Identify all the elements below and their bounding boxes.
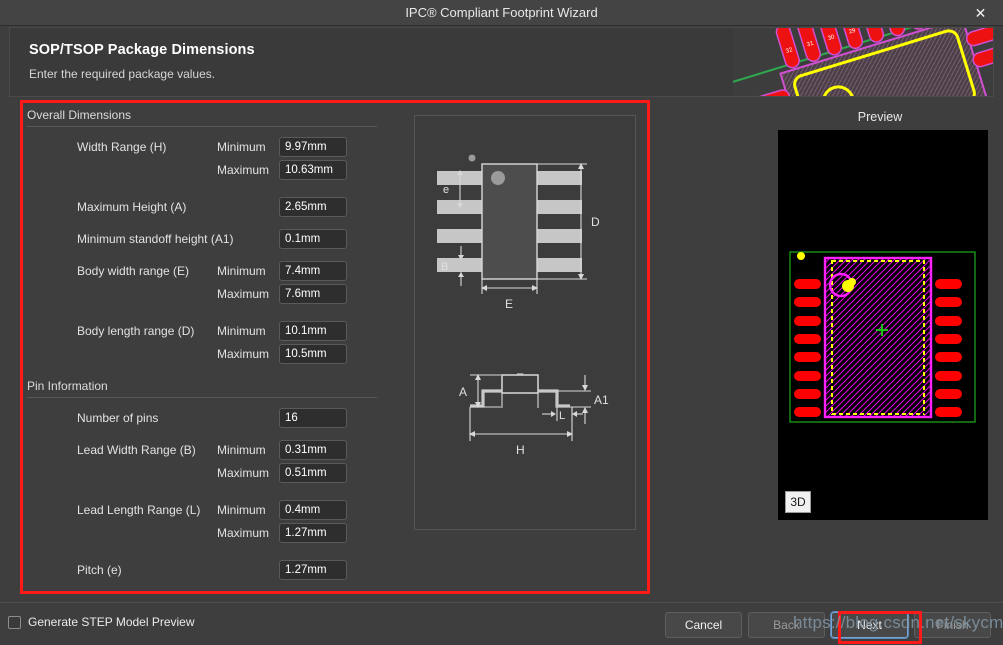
label-lead-length-maximum: Maximum <box>217 525 270 540</box>
group-title-overall-dimensions: Overall Dimensions <box>27 108 377 127</box>
field-row-width-range-max: Maximum 10.63mm <box>27 158 377 181</box>
group-title-pin-information: Pin Information <box>27 379 377 398</box>
label-body-width-minimum: Minimum <box>217 263 266 278</box>
window-title: IPC® Compliant Footprint Wizard <box>405 5 598 20</box>
diagram-label-l: L <box>559 410 565 422</box>
page-title: SOP/TSOP Package Dimensions <box>29 42 255 58</box>
input-body-width-minimum[interactable]: 7.4mm <box>279 260 347 281</box>
field-row-number-of-pins: Number of pins 16 <box>27 406 377 429</box>
label-minimum-standoff-height: Minimum standoff height (A1) <box>77 231 234 246</box>
back-button[interactable]: Back <box>748 612 825 638</box>
field-row-maximum-height: Maximum Height (A) 2.65mm <box>27 195 377 218</box>
cancel-button[interactable]: Cancel <box>665 612 742 638</box>
input-number-of-pins[interactable]: 16 <box>279 407 347 428</box>
field-row-body-length-range: Body length range (D) Minimum 10.1mm <box>27 319 377 342</box>
label-body-length-minimum: Minimum <box>217 323 266 338</box>
label-body-width-maximum: Maximum <box>217 286 270 301</box>
package-diagram-svg: e B D E A A1 L H <box>415 116 635 529</box>
label-pitch: Pitch (e) <box>77 562 122 577</box>
header-decorative-footprint-image: 3231 3029 2827 2625 1 <box>733 28 993 96</box>
input-maximum-height[interactable]: 2.65mm <box>279 196 347 217</box>
label-lead-width-minimum: Minimum <box>217 442 266 457</box>
checkbox-label: Generate STEP Model Preview <box>28 615 195 629</box>
label-width-range: Width Range (H) <box>77 139 167 154</box>
wizard-window: IPC® Compliant Footprint Wizard ✕ SOP/TS… <box>0 0 1003 645</box>
input-minimum-standoff-height[interactable]: 0.1mm <box>279 228 347 249</box>
preview-label: Preview <box>857 110 903 124</box>
diagram-label-d: D <box>591 215 600 229</box>
input-body-length-maximum[interactable]: 10.5mm <box>279 343 347 364</box>
label-width-range-minimum: Minimum <box>217 139 266 154</box>
checkbox-box[interactable] <box>8 615 21 629</box>
label-maximum-height: Maximum Height (A) <box>77 199 187 214</box>
field-row-body-length-range-max: Maximum 10.5mm <box>27 342 377 365</box>
field-row-lead-length-range: Lead Length Range (L) Minimum 0.4mm <box>27 498 377 521</box>
footprint-preview-svg <box>778 130 988 520</box>
preview-panel: Preview 3D <box>764 98 996 602</box>
input-width-range-maximum[interactable]: 10.63mm <box>279 159 347 180</box>
diagram-label-a1: A1 <box>594 393 609 407</box>
field-row-body-width-range-max: Maximum 7.6mm <box>27 282 377 305</box>
field-row-lead-width-range-max: Maximum 0.51mm <box>27 461 377 484</box>
finish-button[interactable]: Finish <box>914 612 991 638</box>
diagram-label-h: H <box>516 443 525 457</box>
label-body-length-maximum: Maximum <box>217 346 270 361</box>
next-button[interactable]: Next <box>830 611 909 639</box>
field-row-body-width-range: Body width range (E) Minimum 7.4mm <box>27 259 377 282</box>
label-width-range-maximum: Maximum <box>217 162 270 177</box>
field-row-width-range: Width Range (H) Minimum 9.97mm <box>27 135 377 158</box>
page-subtitle: Enter the required package values. <box>29 67 216 81</box>
input-lead-width-maximum[interactable]: 0.51mm <box>279 462 347 483</box>
label-body-width-range: Body width range (E) <box>77 263 190 278</box>
view-3d-button[interactable]: 3D <box>785 491 811 513</box>
label-body-length-range: Body length range (D) <box>77 323 195 338</box>
title-bar: IPC® Compliant Footprint Wizard ✕ <box>0 0 1003 26</box>
diagram-label-e-body: E <box>505 297 513 311</box>
wizard-header: SOP/TSOP Package Dimensions Enter the re… <box>9 27 994 97</box>
label-lead-length-range: Lead Length Range (L) <box>77 502 201 517</box>
diagram-label-a: A <box>459 385 467 399</box>
wizard-footer: Generate STEP Model Preview Cancel Back … <box>0 602 1003 645</box>
field-row-lead-length-range-max: Maximum 1.27mm <box>27 521 377 544</box>
footprint-preview-canvas[interactable]: 3D <box>778 130 988 520</box>
diagram-label-e-top: e <box>443 184 449 196</box>
close-icon[interactable]: ✕ <box>958 0 1003 26</box>
label-number-of-pins: Number of pins <box>77 410 159 425</box>
input-pitch[interactable]: 1.27mm <box>279 559 347 580</box>
diagram-label-b: B <box>441 261 448 273</box>
input-body-length-minimum[interactable]: 10.1mm <box>279 320 347 341</box>
field-row-pitch: Pitch (e) 1.27mm <box>27 558 377 581</box>
input-lead-width-minimum[interactable]: 0.31mm <box>279 439 347 460</box>
package-dimension-diagram-panel: e B D E A A1 L H <box>414 115 636 530</box>
wizard-body: Overall Dimensions Width Range (H) Minim… <box>9 98 994 602</box>
input-body-width-maximum[interactable]: 7.6mm <box>279 283 347 304</box>
label-lead-length-minimum: Minimum <box>217 502 266 517</box>
footer-button-group: Cancel Back Next Finish <box>665 611 991 639</box>
input-width-range-minimum[interactable]: 9.97mm <box>279 136 347 157</box>
generate-step-model-preview-checkbox[interactable]: Generate STEP Model Preview <box>8 615 195 629</box>
field-row-minimum-standoff-height: Minimum standoff height (A1) 0.1mm <box>27 227 377 250</box>
label-lead-width-range: Lead Width Range (B) <box>77 442 196 457</box>
package-dimensions-form: Overall Dimensions Width Range (H) Minim… <box>27 108 377 588</box>
label-lead-width-maximum: Maximum <box>217 465 270 480</box>
input-lead-length-minimum[interactable]: 0.4mm <box>279 499 347 520</box>
input-lead-length-maximum[interactable]: 1.27mm <box>279 522 347 543</box>
field-row-lead-width-range: Lead Width Range (B) Minimum 0.31mm <box>27 438 377 461</box>
